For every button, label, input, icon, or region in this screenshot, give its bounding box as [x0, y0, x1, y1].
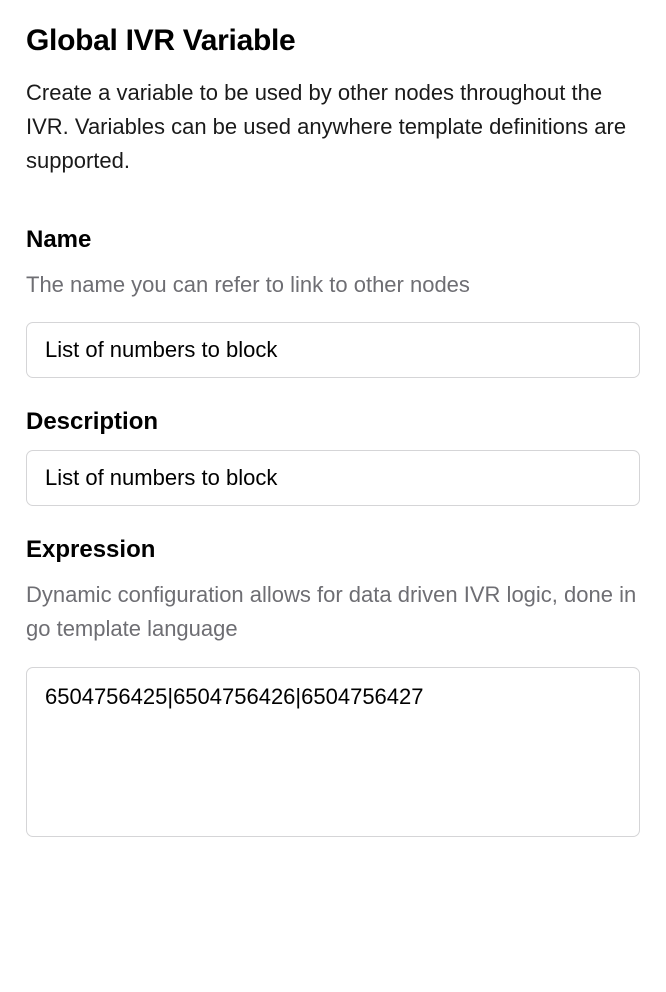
expression-input[interactable] [26, 667, 640, 837]
expression-label: Expression [26, 536, 640, 564]
expression-hint: Dynamic configuration allows for data dr… [26, 578, 640, 646]
name-label: Name [26, 226, 640, 254]
page-subtitle: Create a variable to be used by other no… [26, 76, 640, 178]
name-input[interactable] [26, 322, 640, 378]
page-title: Global IVR Variable [26, 24, 640, 58]
description-input[interactable] [26, 450, 640, 506]
name-field-group: Name The name you can refer to link to o… [26, 226, 640, 378]
description-field-group: Description [26, 408, 640, 506]
name-hint: The name you can refer to link to other … [26, 268, 640, 302]
description-label: Description [26, 408, 640, 436]
expression-field-group: Expression Dynamic configuration allows … [26, 536, 640, 841]
